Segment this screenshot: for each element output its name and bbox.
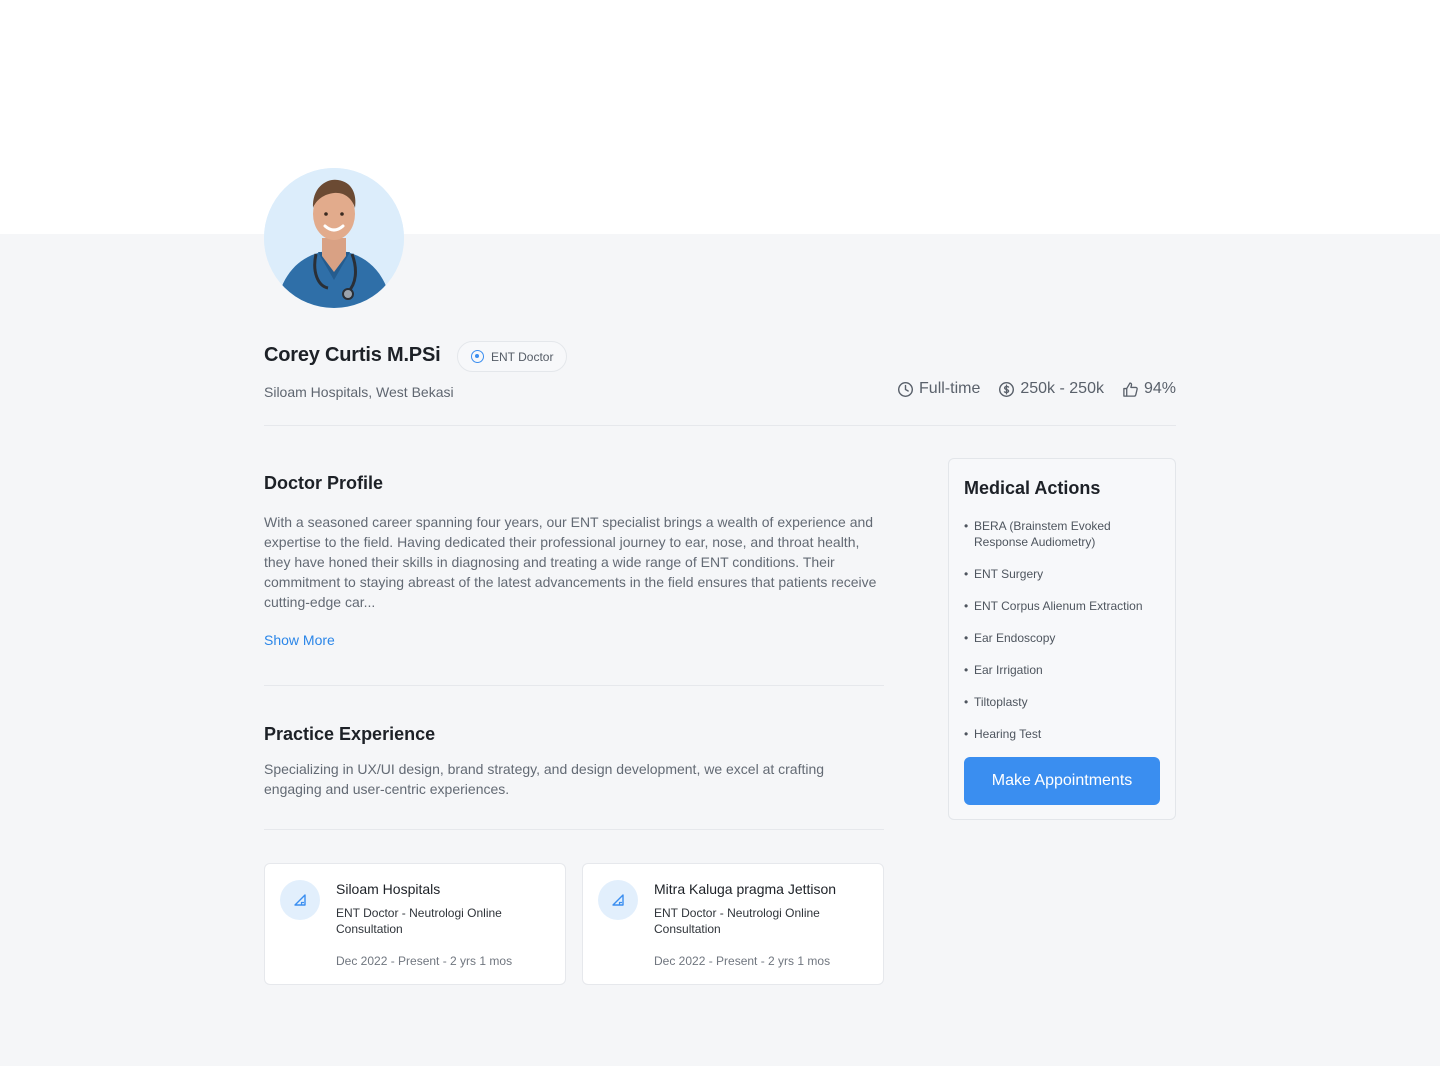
triangle-ruler-icon <box>612 894 624 906</box>
medical-action-item: Hearing Test <box>964 726 1164 742</box>
experience-icon-bubble <box>280 880 320 920</box>
experience-organization: Mitra Kaluga pragma Jettison <box>654 881 837 897</box>
show-more-link[interactable]: Show More <box>264 632 335 648</box>
clock-icon <box>898 381 914 397</box>
employment-stat: Full-time <box>897 380 980 398</box>
medical-action-item: ENT Corpus Alienum Extraction <box>964 598 1164 614</box>
doctor-name: Corey Curtis M.PSi <box>264 344 441 366</box>
experience-period: Dec 2022 - Present - 2 yrs 1 mos <box>336 954 513 968</box>
profile-divider <box>264 685 884 686</box>
make-appointments-button[interactable]: Make Appointments <box>964 757 1160 805</box>
experience-role: ENT Doctor - Neutrologi Online Consultat… <box>336 906 502 936</box>
target-icon <box>471 350 484 363</box>
experience-card[interactable]: Siloam Hospitals ENT Doctor - Neutrologi… <box>264 863 566 985</box>
employment-label: Full-time <box>919 380 981 397</box>
dollar-circle-icon <box>999 381 1015 397</box>
medical-action-item: Ear Irrigation <box>964 662 1164 678</box>
doctor-profile-text: With a seasoned career spanning four yea… <box>264 514 877 610</box>
medical-action-item: BERA (Brainstem Evoked Response Audiomet… <box>964 518 1164 550</box>
thumbs-up-icon <box>1123 381 1138 397</box>
rating-label: 94% <box>1143 380 1176 397</box>
specialty-badge-label: ENT Doctor <box>491 349 554 364</box>
medical-action-item: Ear Endoscopy <box>964 630 1164 646</box>
fee-stat: 250k - 250k <box>998 380 1104 398</box>
experience-organization: Siloam Hospitals <box>336 881 441 897</box>
doctor-location: Siloam Hospitals, West Bekasi <box>264 384 454 400</box>
experience-period: Dec 2022 - Present - 2 yrs 1 mos <box>654 954 831 968</box>
medical-actions-list: BERA (Brainstem Evoked Response Audiomet… <box>964 518 1164 758</box>
medical-action-item: Tiltoplasty <box>964 694 1164 710</box>
doctor-stats: Full-time 250k - 250k 94% <box>897 380 1176 398</box>
experience-icon-bubble <box>598 880 638 920</box>
header-divider <box>264 425 1176 426</box>
experience-role: ENT Doctor - Neutrologi Online Consultat… <box>654 906 820 936</box>
medical-action-item: ENT Surgery <box>964 566 1164 582</box>
doctor-profile-heading: Doctor Profile <box>264 473 384 493</box>
experience-card[interactable]: Mitra Kaluga pragma Jettison ENT Doctor … <box>582 863 884 985</box>
practice-experience-text: Specializing in UX/UI design, brand stra… <box>264 761 825 797</box>
medical-actions-panel: Medical Actions BERA (Brainstem Evoked R… <box>948 458 1176 820</box>
rating-stat: 94% <box>1122 380 1176 398</box>
doctor-avatar <box>264 168 404 308</box>
medical-actions-heading: Medical Actions <box>964 478 1101 498</box>
triangle-ruler-icon <box>294 894 306 906</box>
specialty-badge: ENT Doctor <box>457 341 568 372</box>
fee-label: 250k - 250k <box>1020 380 1104 397</box>
experience-divider <box>264 829 884 830</box>
practice-experience-heading: Practice Experience <box>264 724 436 744</box>
